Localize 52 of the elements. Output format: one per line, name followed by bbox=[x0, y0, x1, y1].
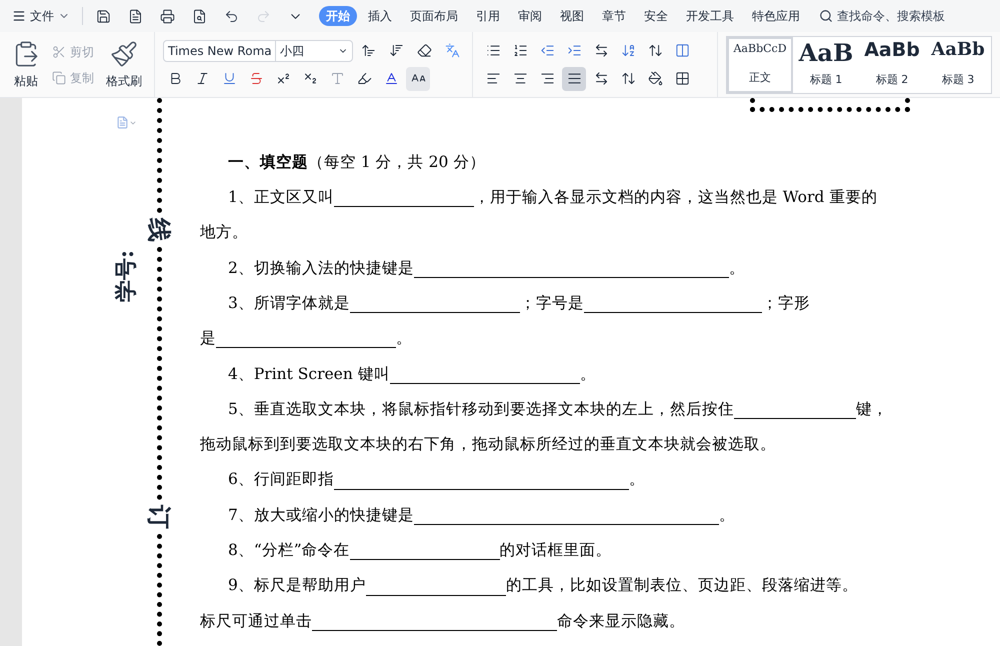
style-preset[interactable]: AaBb 标题 3 bbox=[925, 36, 991, 92]
question-text: 的工具，比如设置制表位、页边距、段落缩进等。 bbox=[506, 575, 858, 596]
format-painter-button[interactable]: 格式刷 bbox=[102, 40, 146, 90]
ribbon-tab[interactable]: 页面布局 bbox=[403, 6, 465, 26]
question-text: ，用于输入各显示文档的内容，这当然也是 Word 重要的 bbox=[474, 187, 878, 208]
question-text: 。 bbox=[728, 258, 745, 279]
question-text: 。 bbox=[718, 504, 735, 526]
paste-button[interactable]: 粘贴 bbox=[8, 40, 44, 90]
ribbon-tab[interactable]: 特色应用 bbox=[745, 6, 807, 26]
question-text: 3、所谓字体就是 bbox=[228, 292, 350, 314]
question-text: 1、正文区又叫 bbox=[228, 187, 334, 208]
ribbon-tab[interactable]: 引用 bbox=[469, 6, 507, 26]
binding-label: 订 bbox=[144, 504, 175, 531]
paintbrush-icon bbox=[110, 40, 138, 68]
question-text: 是 bbox=[200, 328, 216, 350]
file-menu[interactable]: 文件 bbox=[8, 7, 74, 25]
question-text: 标尺可通过单击 bbox=[200, 610, 312, 632]
ribbon-tab[interactable]: 视图 bbox=[553, 6, 591, 26]
question-text: 地方。 bbox=[200, 222, 248, 244]
question-text: 7、放大或缩小的快捷键是 bbox=[228, 504, 414, 526]
question-text: 键， bbox=[856, 398, 888, 420]
question-text: ；字形 bbox=[762, 292, 810, 314]
search-field[interactable]: 查找命令、搜索模板 bbox=[819, 7, 945, 25]
style-preset[interactable]: AaB 标题 1 bbox=[793, 36, 859, 92]
search-icon bbox=[819, 9, 833, 23]
ribbon-tab[interactable]: 安全 bbox=[637, 6, 675, 26]
align-icon[interactable] bbox=[562, 66, 586, 90]
scissors-icon bbox=[52, 44, 66, 58]
question-text: 5、垂直选取文本块，将鼠标指针移动到要选择文本块的左上，然后按住 bbox=[228, 398, 734, 420]
ribbon-tab[interactable]: 开发工具 bbox=[679, 6, 741, 26]
question-text: 。 bbox=[396, 328, 412, 350]
menu-icon bbox=[12, 9, 26, 23]
question-text: 2、切换输入法的快捷键是 bbox=[228, 258, 414, 279]
question-text: 拖动鼠标到到要选取文本块的右下角，拖动鼠标所经过的垂直文本块就会被选取。 bbox=[200, 434, 776, 456]
question-text: 6、行间距即指 bbox=[228, 469, 334, 490]
question-text: 8、“分栏”命令在 bbox=[228, 540, 350, 562]
question-text: 9、标尺是帮助用户 bbox=[228, 575, 366, 596]
ribbon-tab[interactable]: 插入 bbox=[361, 6, 399, 26]
question-text: 。 bbox=[628, 469, 645, 490]
style-preset[interactable]: AaBbCcD 正文 bbox=[727, 36, 793, 92]
question-text: 。 bbox=[580, 364, 596, 385]
section-heading: 一、填空题（每空 1 分，共 20 分） bbox=[228, 150, 486, 173]
student-id-label: 学号: bbox=[112, 248, 140, 304]
style-preset[interactable]: AaBb 标题 2 bbox=[859, 36, 925, 92]
ribbon-tab[interactable]: 章节 bbox=[595, 6, 633, 26]
question-text: 4、Print Screen 键叫 bbox=[228, 364, 390, 385]
binding-label: 线 bbox=[144, 216, 175, 244]
question-text: 的对话框里面。 bbox=[500, 540, 612, 562]
question-text: ；字号是 bbox=[520, 292, 584, 314]
ribbon-tab[interactable]: 审阅 bbox=[511, 6, 549, 26]
copy-icon bbox=[52, 70, 66, 84]
question-text: 命令来显示隐藏。 bbox=[557, 610, 685, 632]
